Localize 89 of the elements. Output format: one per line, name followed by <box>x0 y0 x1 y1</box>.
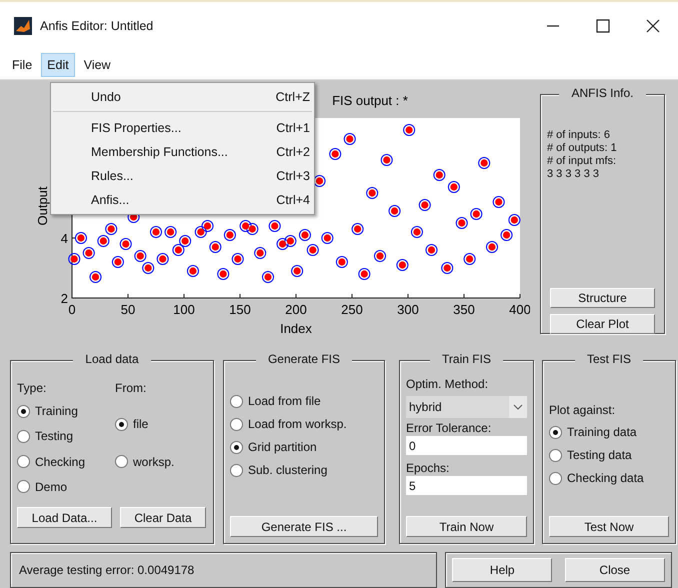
radio-button[interactable] <box>17 430 30 442</box>
group-title: Train FIS <box>430 352 503 366</box>
tick-label: 150 <box>229 302 251 317</box>
menu-entry-label: Rules... <box>91 169 134 183</box>
field-label: Error Tolerance: <box>406 421 492 435</box>
radio-label: file <box>133 417 148 431</box>
radio-button[interactable] <box>230 418 243 430</box>
method-dropdown[interactable]: hybrid <box>406 396 527 418</box>
tick-label: 4 <box>60 231 68 246</box>
tick-label: 400 <box>509 302 530 317</box>
radio-label: Training data <box>567 425 637 439</box>
radio-label: Sub. clustering <box>248 463 328 477</box>
app-logo-icon <box>14 17 32 35</box>
radio-label: Grid partition <box>248 440 317 454</box>
group-title: Load data <box>73 352 151 366</box>
radio-button[interactable] <box>17 455 30 468</box>
window-title: Anfis Editor: Untitled <box>40 19 154 33</box>
panel-button[interactable]: Clear Plot <box>550 314 655 334</box>
menu-entry-label: Anfis... <box>91 193 130 207</box>
axis-label: Index <box>280 321 312 336</box>
tick-label: 2 <box>60 291 68 306</box>
panel-button[interactable]: Generate FIS ... <box>230 516 378 537</box>
menu-entry[interactable]: Rules... Ctrl+3 <box>51 164 314 188</box>
radio-label: Load from file <box>248 394 321 408</box>
radio-label: Load from worksp. <box>248 417 347 431</box>
info-text: # of inputs: 6 <box>547 129 611 142</box>
info-text: # of input mfs: <box>547 155 618 168</box>
chart-title: FIS output : * <box>332 93 408 108</box>
dialog-button[interactable]: Help <box>452 558 552 582</box>
radio-button[interactable] <box>549 472 562 484</box>
radio-button[interactable] <box>17 404 30 418</box>
field-label: From: <box>115 381 148 395</box>
radio-button[interactable] <box>115 455 128 468</box>
radio-label: Testing <box>35 429 74 443</box>
radio-label: worksp. <box>133 454 174 468</box>
radio-button[interactable] <box>17 480 30 493</box>
tick-label: 250 <box>341 302 363 317</box>
field-label: Epochs: <box>406 461 450 475</box>
menu-entry-label: FIS Properties... <box>91 121 182 135</box>
radio-label: Demo <box>35 480 68 494</box>
field-label: Type: <box>17 381 48 395</box>
tick-label: 50 <box>120 302 136 317</box>
radio-label: Training <box>35 404 78 418</box>
menu-entry[interactable]: FIS Properties... Ctrl+1 <box>51 116 314 140</box>
panel-button[interactable]: Test Now <box>549 516 669 537</box>
menu-item[interactable]: File <box>6 52 38 76</box>
status-text: Average testing error: 0.0049178 <box>19 563 194 577</box>
panel-button[interactable]: Structure <box>550 288 655 308</box>
panel-button[interactable]: Clear Data <box>120 507 206 528</box>
shortcut-label: Ctrl+3 <box>276 169 310 183</box>
group-title: Generate FIS <box>256 352 352 366</box>
panel-button[interactable]: Train Now <box>406 516 527 537</box>
radio-label: Testing data <box>567 448 632 462</box>
menu-entry[interactable]: Membership Functions... Ctrl+2 <box>51 140 314 164</box>
menu-item[interactable]: Edit <box>41 52 75 76</box>
field-label: Plot against: <box>549 403 616 417</box>
tick-label: 350 <box>453 302 475 317</box>
radio-button[interactable] <box>549 426 562 438</box>
input-field[interactable]: 5 <box>406 476 527 495</box>
info-text: # of outputs: 1 <box>547 142 618 155</box>
menu-entry[interactable]: Anfis... Ctrl+4 <box>51 188 314 212</box>
shortcut-label: Ctrl+Z <box>276 90 310 104</box>
radio-button[interactable] <box>549 448 562 462</box>
radio-button[interactable] <box>230 440 243 454</box>
radio-button[interactable] <box>230 394 243 408</box>
menu-entry[interactable]: Undo Ctrl+Z <box>51 85 314 109</box>
radio-button[interactable] <box>230 464 243 476</box>
panel-button[interactable]: Load Data... <box>17 507 112 528</box>
input-field[interactable]: 0 <box>406 436 527 455</box>
menu-entry-label: Undo <box>91 90 122 104</box>
tick-label: 100 <box>173 302 195 317</box>
dialog-button[interactable]: Close <box>564 558 665 582</box>
axis-label: Output <box>35 186 50 226</box>
tick-label: 200 <box>285 302 307 317</box>
tick-label: 300 <box>397 302 419 317</box>
radio-label: Checking data <box>567 471 644 485</box>
chevron-down-icon <box>509 396 527 418</box>
menu-entry-label: Membership Functions... <box>91 145 229 159</box>
shortcut-label: Ctrl+4 <box>276 193 310 207</box>
info-text: 3 3 3 3 3 3 <box>547 168 600 181</box>
group-title: ANFIS Info. <box>559 86 646 100</box>
menu-item[interactable]: View <box>78 52 117 76</box>
shortcut-label: Ctrl+2 <box>276 145 310 159</box>
tick-label: 0 <box>68 302 76 317</box>
radio-label: Checking <box>35 454 86 468</box>
radio-button[interactable] <box>115 418 128 430</box>
group-title: Test FIS <box>574 352 643 366</box>
shortcut-label: Ctrl+1 <box>276 121 310 135</box>
field-label: Optim. Method: <box>406 377 490 391</box>
